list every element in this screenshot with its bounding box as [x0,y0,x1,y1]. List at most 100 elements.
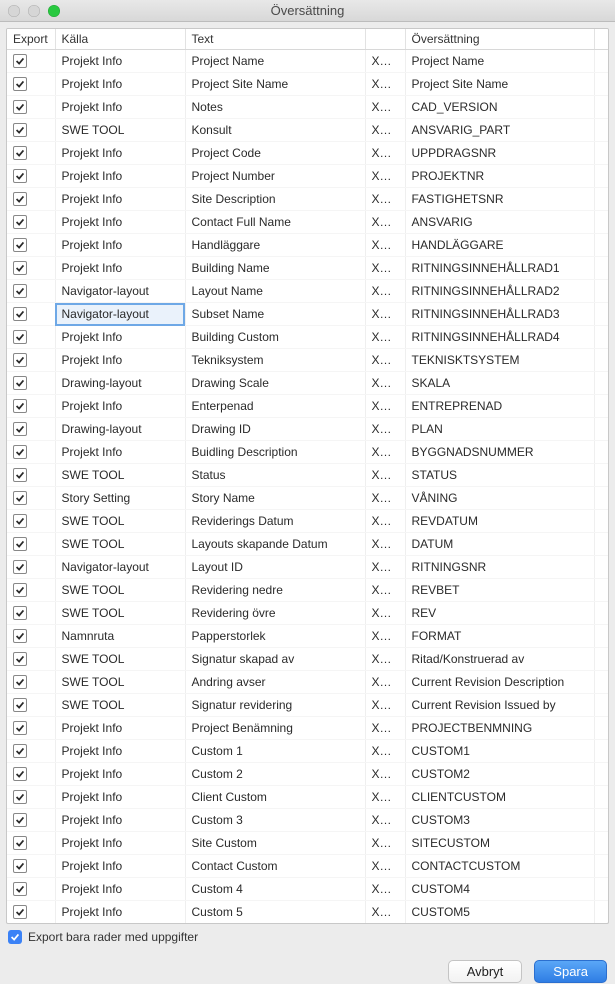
cell-source[interactable]: Projekt Info [55,855,185,878]
export-checkbox[interactable] [13,629,27,643]
cell-translation[interactable]: SKALA [405,372,594,395]
cell-export[interactable] [7,441,55,464]
cell-translation[interactable]: CUSTOM2 [405,763,594,786]
cell-export[interactable] [7,832,55,855]
cell-source[interactable]: Projekt Info [55,740,185,763]
table-row[interactable]: SWE TOOLAndring avserXXXX_Current Revisi… [7,671,608,694]
cell-text[interactable]: Revidering övre [185,602,365,625]
export-checkbox[interactable] [13,836,27,850]
cell-text[interactable]: Contact Full Name [185,211,365,234]
cell-translation[interactable]: Project Site Name [405,73,594,96]
cell-text[interactable]: Building Name [185,257,365,280]
table-row[interactable]: Projekt InfoProject CodeXXXX_UPPDRAGSNR [7,142,608,165]
cell-source[interactable]: SWE TOOL [55,579,185,602]
cell-text[interactable]: Custom 4 [185,878,365,901]
cell-source[interactable]: Navigator-layout [55,556,185,579]
cell-code[interactable]: XXXX_ [365,418,405,441]
export-checkbox[interactable] [13,790,27,804]
cell-source[interactable]: Navigator-layout [55,280,185,303]
cell-text[interactable]: Buidling Description [185,441,365,464]
export-checkbox[interactable] [13,422,27,436]
cell-export[interactable] [7,165,55,188]
table-row[interactable]: Projekt InfoBuilding NameXXXX_RITNINGSIN… [7,257,608,280]
cell-code[interactable]: XXXX_ [365,556,405,579]
cell-source[interactable]: Projekt Info [55,142,185,165]
cell-export[interactable] [7,878,55,901]
cell-source[interactable]: Navigator-layout [55,303,185,326]
cell-text[interactable]: Project Benämning [185,717,365,740]
cell-export[interactable] [7,372,55,395]
export-checkbox[interactable] [13,583,27,597]
cell-text[interactable]: Building Custom [185,326,365,349]
table-row[interactable]: Projekt InfoProject NumberXXXX_PROJEKTNR [7,165,608,188]
col-header-text[interactable]: Text [185,29,365,50]
cell-source[interactable]: SWE TOOL [55,694,185,717]
cell-text[interactable]: Site Description [185,188,365,211]
cell-export[interactable] [7,280,55,303]
cell-code[interactable]: XXXX_ [365,832,405,855]
cell-translation[interactable]: Current Revision Description [405,671,594,694]
table-row[interactable]: Projekt InfoCustom 3XXXX_CUSTOM3 [7,809,608,832]
cell-translation[interactable]: BYGGNADSNUMMER [405,441,594,464]
cell-export[interactable] [7,96,55,119]
cell-translation[interactable]: Current Revision Issued by [405,694,594,717]
cell-export[interactable] [7,487,55,510]
cell-translation[interactable]: CLIENTCUSTOM [405,786,594,809]
cell-source[interactable]: SWE TOOL [55,602,185,625]
cell-translation[interactable]: Project Name [405,50,594,73]
table-row[interactable]: Projekt InfoTekniksystemXXXX_TEKNISKTSYS… [7,349,608,372]
cell-code[interactable]: XXXX_ [365,648,405,671]
table-row[interactable]: Projekt InfoNotesXXXX_CAD_VERSION [7,96,608,119]
table-row[interactable]: Projekt InfoCustom 5XXXX_CUSTOM5 [7,901,608,924]
cell-source[interactable]: Projekt Info [55,763,185,786]
export-checkbox[interactable] [13,284,27,298]
cell-code[interactable]: XXXX_ [365,165,405,188]
cell-source[interactable]: Projekt Info [55,257,185,280]
cell-translation[interactable]: HANDLÄGGARE [405,234,594,257]
export-checkbox[interactable] [13,882,27,896]
cell-export[interactable] [7,717,55,740]
cell-code[interactable]: XXXX_ [365,671,405,694]
table-row[interactable]: Projekt InfoClient CustomXXXX_CLIENTCUST… [7,786,608,809]
cell-translation[interactable]: PROJEKTNR [405,165,594,188]
cell-source[interactable]: Projekt Info [55,878,185,901]
cell-text[interactable]: Andring avser [185,671,365,694]
cell-code[interactable]: XXXX_ [365,119,405,142]
col-header-export[interactable]: Export [7,29,55,50]
cell-code[interactable]: XXXX_ [365,464,405,487]
cell-source[interactable]: SWE TOOL [55,119,185,142]
cell-code[interactable]: XXXX_ [365,533,405,556]
cell-code[interactable]: XXXX_ [365,73,405,96]
cell-text[interactable]: Revidering nedre [185,579,365,602]
cell-text[interactable]: Custom 1 [185,740,365,763]
cell-code[interactable]: XXXX_ [365,395,405,418]
cell-translation[interactable]: UPPDRAGSNR [405,142,594,165]
cell-source[interactable]: SWE TOOL [55,648,185,671]
table-row[interactable]: SWE TOOLReviderings DatumXXXX_REVDATUM [7,510,608,533]
cell-source[interactable]: Namnruta [55,625,185,648]
table-row[interactable]: Projekt InfoHandläggareXXXX_HANDLÄGGARE [7,234,608,257]
export-checkbox[interactable] [13,813,27,827]
export-checkbox[interactable] [13,905,27,919]
cell-export[interactable] [7,50,55,73]
table-row[interactable]: SWE TOOLSignatur revideringXXXX_Current … [7,694,608,717]
export-checkbox[interactable] [13,859,27,873]
table-row[interactable]: Projekt InfoBuidling DescriptionXXXX_BYG… [7,441,608,464]
cell-text[interactable]: Subset Name [185,303,365,326]
cell-export[interactable] [7,510,55,533]
cell-export[interactable] [7,257,55,280]
cell-code[interactable]: XXXX_ [365,280,405,303]
cell-text[interactable]: Story Name [185,487,365,510]
cell-code[interactable]: XXXX_ [365,50,405,73]
cell-text[interactable]: Notes [185,96,365,119]
cell-translation[interactable]: VÅNING [405,487,594,510]
cell-export[interactable] [7,809,55,832]
cell-text[interactable]: Client Custom [185,786,365,809]
cell-translation[interactable]: CUSTOM4 [405,878,594,901]
cell-text[interactable]: Enterpenad [185,395,365,418]
cell-text[interactable]: Konsult [185,119,365,142]
cell-code[interactable]: XXXX_ [365,694,405,717]
export-checkbox[interactable] [13,445,27,459]
cell-export[interactable] [7,211,55,234]
cell-translation[interactable]: REVBET [405,579,594,602]
